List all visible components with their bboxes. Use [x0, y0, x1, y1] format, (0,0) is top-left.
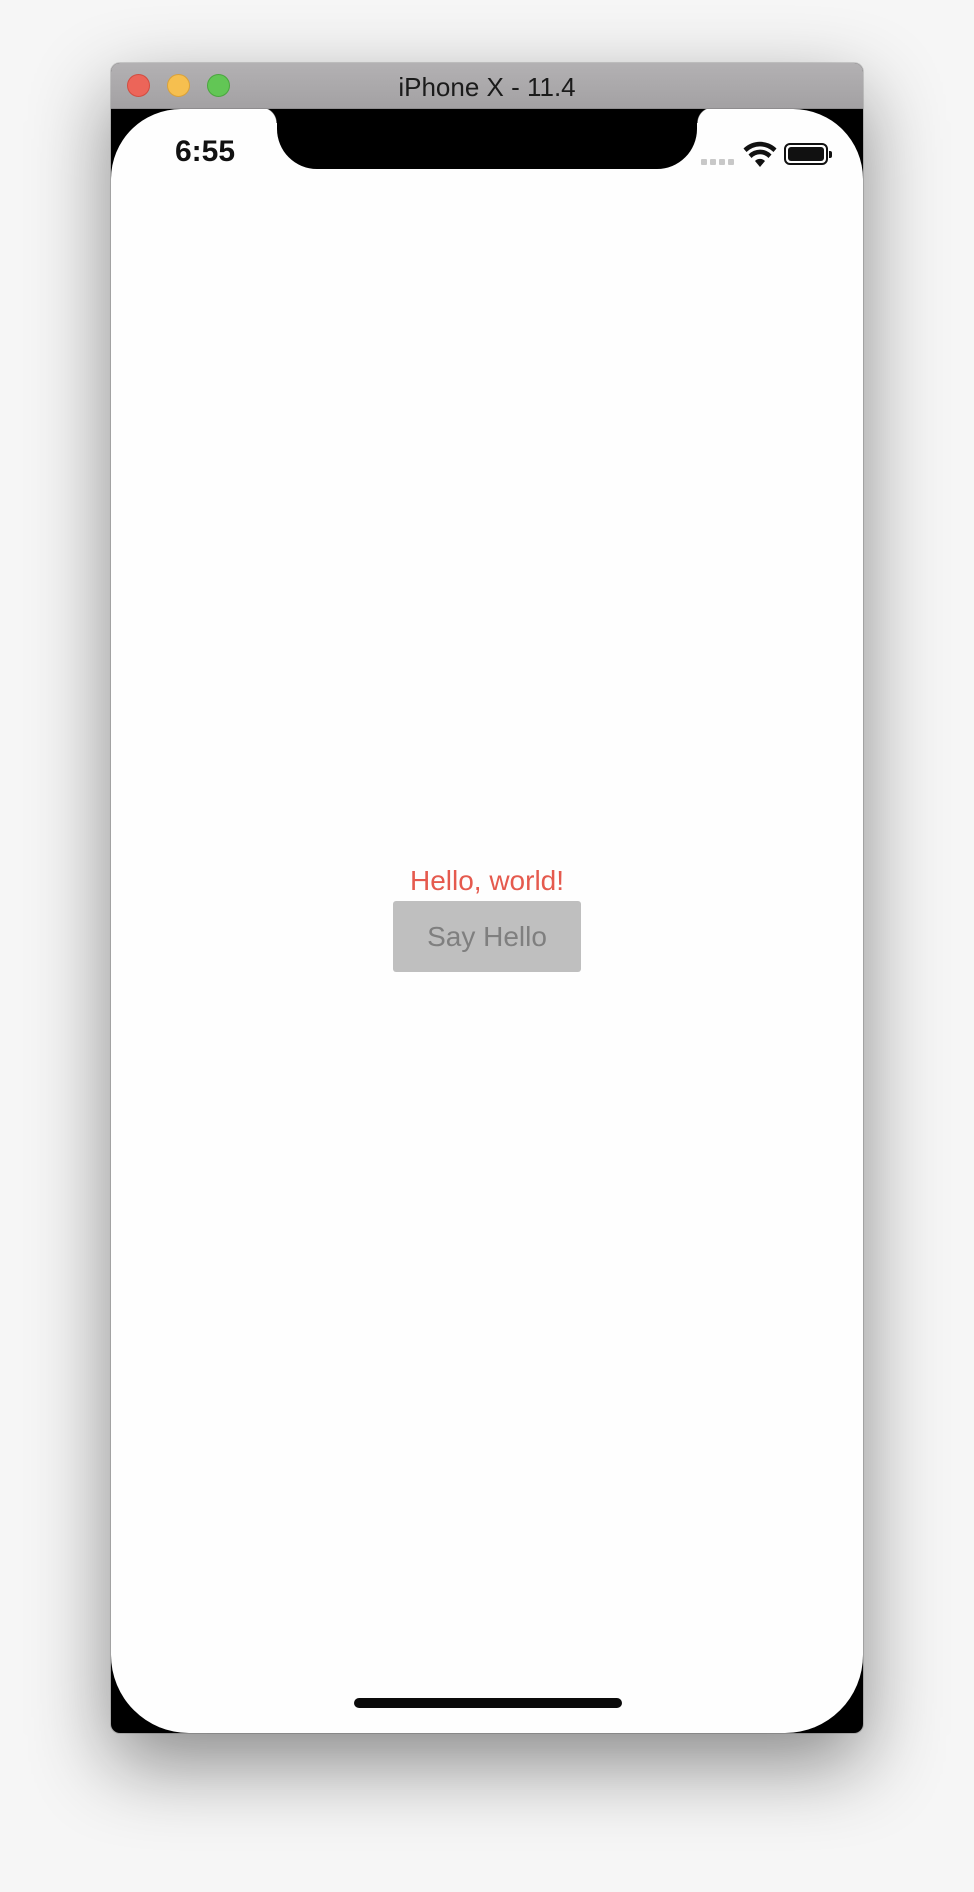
window-title: iPhone X - 11.4: [398, 72, 576, 102]
device-screen: 6:55 Hello, world! Say Hello: [111, 109, 863, 1733]
status-bar-time: 6:55: [175, 135, 236, 168]
cellular-signal-icon: [701, 159, 739, 165]
simulator-window: iPhone X - 11.4 6:55 Hello, world! Say H…: [111, 63, 863, 1733]
wifi-icon: [743, 141, 777, 167]
say-hello-button[interactable]: Say Hello: [393, 901, 581, 972]
device-notch: [261, 109, 713, 169]
home-indicator[interactable]: [354, 1698, 622, 1708]
battery-icon: [784, 143, 832, 165]
window-titlebar[interactable]: iPhone X - 11.4: [111, 63, 863, 109]
hello-label: Hello, world!: [409, 865, 565, 896]
